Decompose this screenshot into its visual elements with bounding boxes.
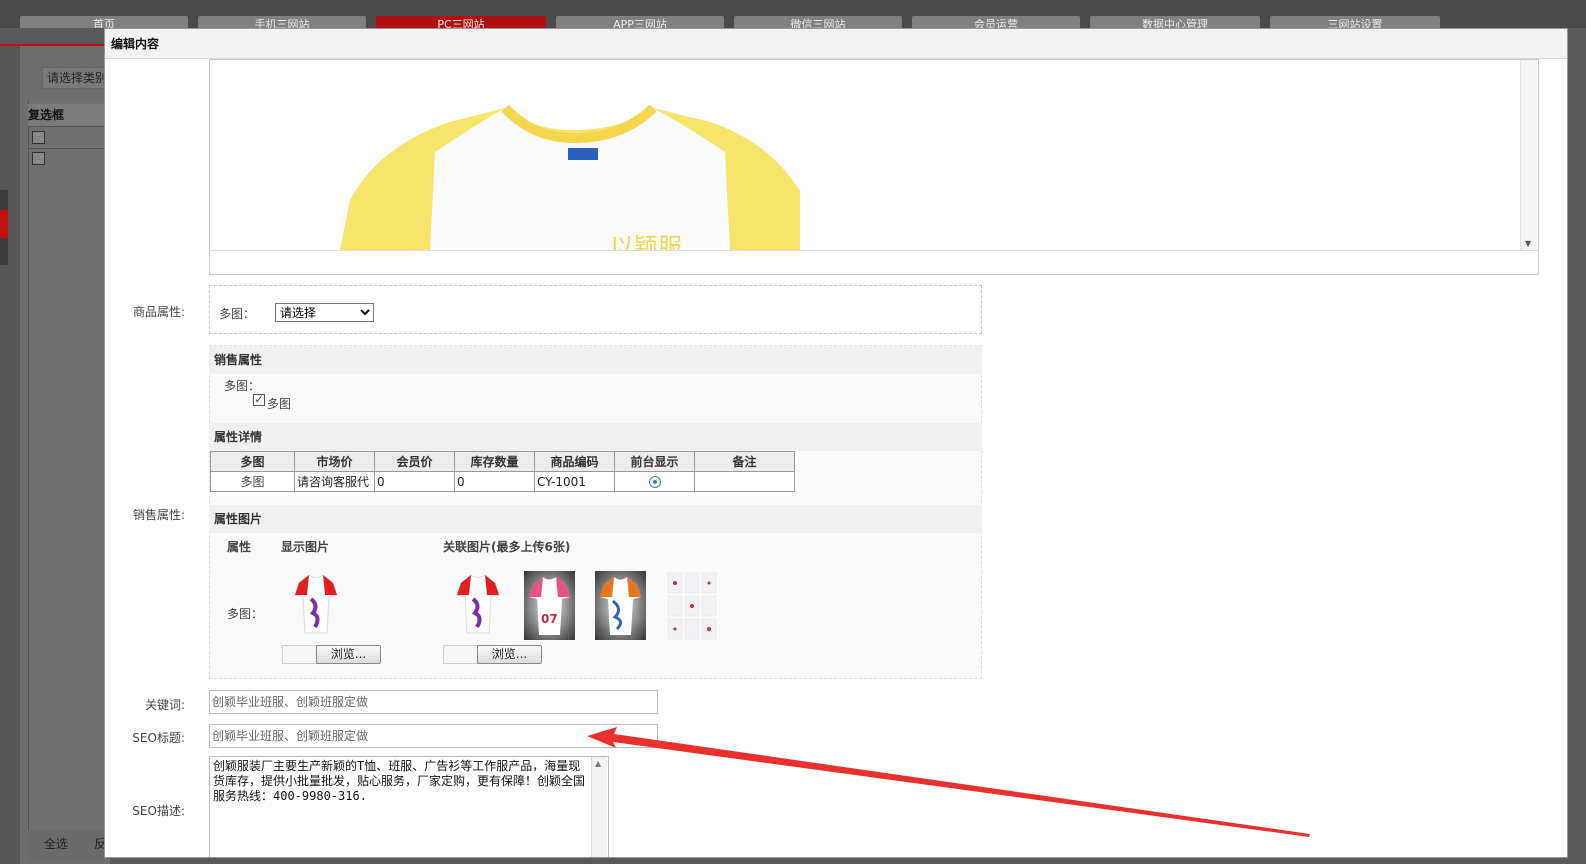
nav-tab-app[interactable]: APP三网站 — [556, 16, 724, 28]
market-price-input[interactable]: 请咨询客服代 — [294, 471, 375, 492]
nav-tab-settings[interactable]: 三网站设置 — [1270, 16, 1440, 28]
col-show-image-header: 显示图片 — [281, 540, 330, 554]
front-display-radio[interactable] — [648, 476, 661, 488]
seo-desc-textarea[interactable]: 创颖服装厂主要生产新颖的T恤、班服、广告衫等工作服产品，海量现货库存，提供小批量… — [209, 756, 609, 857]
col-header: 商品编码 — [534, 451, 615, 472]
keywords-input[interactable]: 创颖毕业班服、创颖班服定做 — [209, 690, 658, 714]
editor-status-bar — [209, 250, 1539, 275]
front-display-cell — [614, 471, 695, 492]
section-sales-attr: 销售属性 — [209, 346, 982, 374]
background-left-strip — [0, 46, 20, 864]
col-header: 市场价 — [294, 451, 375, 472]
svg-text:以颖服: 以颖服 — [610, 233, 682, 250]
section-attr-images: 属性图片 — [209, 505, 982, 533]
scroll-up-icon[interactable]: ▲ — [595, 759, 601, 768]
seo-desc-scrollbar[interactable]: ▲ — [591, 757, 607, 857]
product-code-input[interactable]: CY-1001 — [534, 471, 615, 492]
nav-tab-pc[interactable]: PC三网站 — [376, 16, 546, 28]
col-related-images-header: 关联图片(最多上传6张) — [443, 540, 571, 554]
browse-button[interactable]: 浏览... — [316, 645, 381, 664]
sidebar-collapse-toggle[interactable] — [0, 210, 8, 238]
related-image-4[interactable] — [666, 571, 718, 641]
nav-tab-data[interactable]: 数据中心管理 — [1090, 16, 1260, 28]
sale-attr-label: 销售属性: — [132, 508, 185, 522]
list-row-checkbox[interactable] — [32, 152, 45, 165]
top-navigation: 首页 手机三网站 PC三网站 APP三网站 微信三网站 会员运营 数据中心管理 … — [0, 0, 1586, 28]
scroll-down-icon[interactable]: ▼ — [1525, 239, 1531, 248]
member-price-input[interactable]: 0 — [374, 471, 455, 492]
browse-related-button[interactable]: 浏览... — [477, 645, 542, 664]
product-image: 以颖服 — [340, 104, 800, 250]
stock-input[interactable]: 0 — [454, 471, 535, 492]
related-image-1[interactable] — [453, 571, 503, 641]
col-header: 库存数量 — [454, 451, 535, 472]
display-image-thumb[interactable] — [291, 571, 341, 641]
nav-tab-home[interactable]: 首页 — [20, 16, 188, 28]
attr-detail-table: 多图 市场价 会员价 库存数量 商品编码 前台显示 备注 多图 请咨询客服代 0… — [210, 451, 795, 492]
seo-title-input[interactable]: 创颖毕业班服、创颖班服定做 — [209, 724, 658, 748]
col-header: 会员价 — [374, 451, 455, 472]
table-header-row: 多图 市场价 会员价 库存数量 商品编码 前台显示 备注 — [210, 451, 795, 472]
list-panel — [28, 100, 108, 840]
list-row-checkbox[interactable] — [32, 131, 45, 144]
editor-scrollbar[interactable]: ▼ — [1520, 60, 1537, 250]
edit-content-dialog: 编辑内容 以颖服 ▼ 商品属性: 多图： 请选择 销售属性 多图： ✓ 多图 属… — [104, 28, 1568, 858]
svg-text:07: 07 — [541, 612, 558, 626]
select-all-button[interactable]: 全选 — [44, 837, 68, 851]
col-header: 多图 — [210, 451, 295, 472]
nav-tab-wechat[interactable]: 微信三网站 — [734, 16, 902, 28]
seo-title-label: SEO标题: — [132, 731, 185, 745]
nav-tab-mobile[interactable]: 手机三网站 — [198, 16, 366, 28]
related-image-2[interactable]: 07 — [524, 571, 575, 640]
col-attr-header: 属性 — [227, 540, 252, 554]
seo-desc-label: SEO描述: — [132, 804, 185, 818]
related-image-3[interactable] — [595, 571, 646, 640]
product-attr-select[interactable]: 请选择 — [275, 303, 374, 322]
display-image-file-field[interactable] — [282, 645, 317, 664]
product-attr-field-label: 多图： — [219, 307, 256, 321]
nav-tab-member[interactable]: 会员运营 — [912, 16, 1080, 28]
sales-item-label: 多图： — [224, 379, 261, 393]
list-header: 复选框 — [28, 104, 108, 126]
col-header: 备注 — [694, 451, 795, 472]
list-divider — [28, 126, 108, 127]
note-input[interactable] — [694, 471, 795, 492]
list-footer: 全选反选 — [28, 830, 108, 860]
category-select[interactable]: 请选择类别 — [42, 67, 112, 89]
keywords-label: 关键词: — [144, 698, 185, 712]
content-editor[interactable]: 以颖服 ▼ — [209, 59, 1539, 275]
cell-name: 多图 — [210, 471, 295, 492]
col-header: 前台显示 — [614, 451, 695, 472]
image-row-label: 多图： — [227, 607, 264, 621]
product-attr-label: 商品属性: — [132, 305, 185, 319]
sales-checkbox[interactable]: ✓ — [253, 394, 265, 406]
table-row: 多图 请咨询客服代 0 0 CY-1001 — [210, 471, 795, 492]
list-divider — [28, 148, 108, 149]
section-attr-detail: 属性详情 — [209, 423, 982, 451]
related-image-file-field[interactable] — [443, 645, 481, 664]
dialog-title: 编辑内容 — [105, 29, 1567, 59]
sales-checkbox-label: 多图 — [267, 397, 292, 411]
